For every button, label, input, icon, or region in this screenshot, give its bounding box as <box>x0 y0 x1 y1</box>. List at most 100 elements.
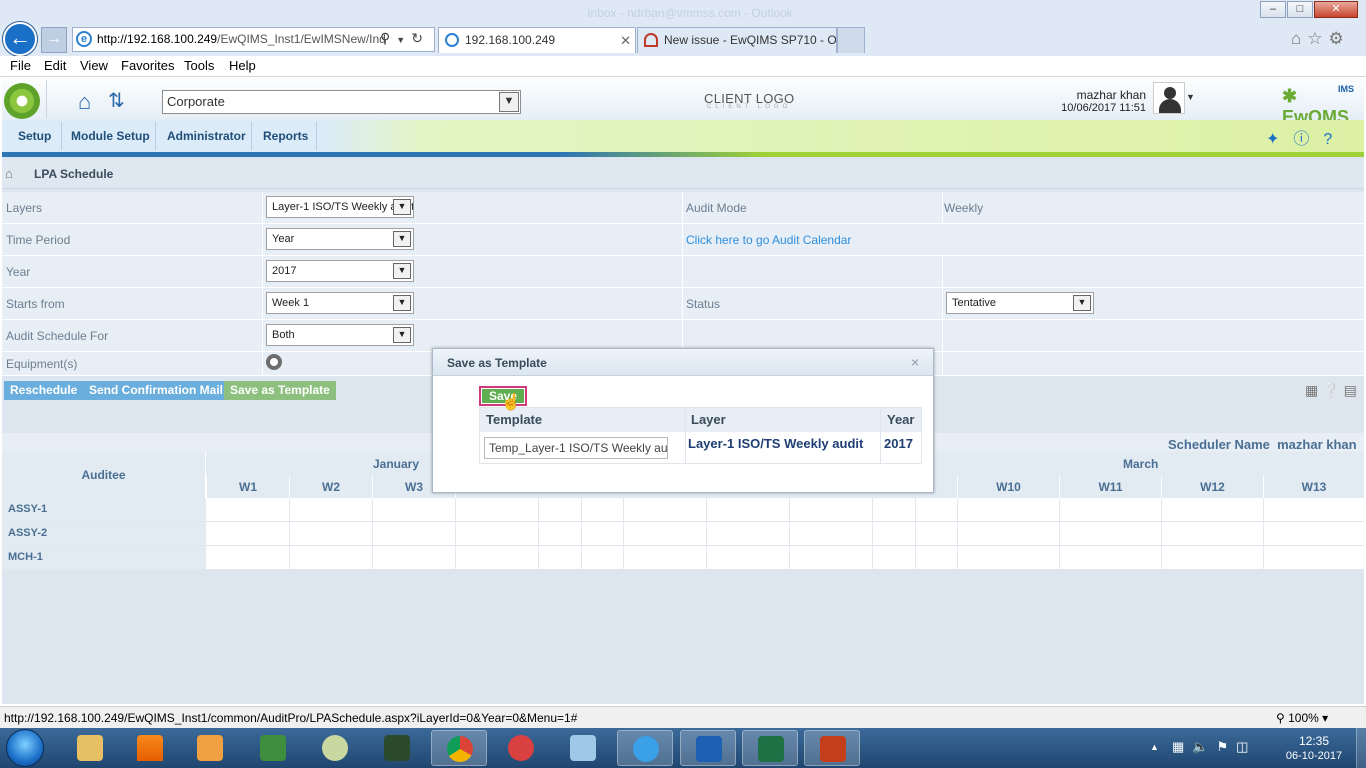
year-column-header: Year <box>887 412 915 427</box>
chevron-down-icon[interactable]: ▼ <box>393 327 411 343</box>
grid-line <box>915 498 916 570</box>
menu-edit[interactable]: Edit <box>44 58 66 73</box>
calendar-icon[interactable]: ▦ <box>1305 382 1322 398</box>
volume-icon[interactable]: 🔈 <box>1192 739 1216 754</box>
columns-icon[interactable]: ▤ <box>1344 382 1361 398</box>
organization-select[interactable]: Corporate ▼ <box>162 90 521 114</box>
taskbar-snipping-tool[interactable] <box>493 730 549 766</box>
nav-icons[interactable]: ✦ⓘ? <box>1266 125 1346 149</box>
chevron-down-icon[interactable]: ▼ <box>393 295 411 311</box>
home-icon[interactable]: ⌂ <box>1291 29 1307 48</box>
system-tray[interactable]: ▦🔈⚑◫ <box>1172 739 1256 755</box>
status-select[interactable]: Tentative ▼ <box>946 292 1094 314</box>
week-header: W1 <box>206 476 289 498</box>
zoom-level[interactable]: ⚲ 100% ▾ <box>1276 711 1328 725</box>
auditee-header: Auditee <box>2 452 206 498</box>
taskbar-camtasia[interactable] <box>369 730 425 766</box>
template-year-value: 2017 <box>884 436 913 451</box>
redmine-tab-icon <box>644 33 658 47</box>
close-window-button[interactable]: ✕ <box>1314 1 1358 18</box>
info-icon[interactable]: ⓘ <box>1293 131 1323 148</box>
nav-administrator[interactable]: Administrator <box>167 129 246 143</box>
close-icon[interactable]: × <box>911 354 919 370</box>
address-path: /EwQIMS_Inst1/EwIMSNew/Ind <box>217 32 386 46</box>
display-icon[interactable]: ◫ <box>1236 739 1256 754</box>
taskbar-internet-explorer[interactable] <box>617 730 673 766</box>
action-center-icon[interactable]: ⚑ <box>1216 739 1236 754</box>
settings-gear-icon[interactable]: ⚙ <box>1329 29 1350 48</box>
breadcrumb-home-icon[interactable]: ⌂ <box>5 166 13 181</box>
start-button[interactable] <box>6 729 44 767</box>
time-period-select[interactable]: Year ▼ <box>266 228 414 250</box>
taskbar-outlook[interactable] <box>680 730 736 766</box>
layers-select[interactable]: Layer-1 ISO/TS Weekly audit ▼ <box>266 196 414 218</box>
back-button[interactable]: ← <box>3 22 37 56</box>
save-as-template-dialog: Save as Template × Save Template Layer Y… <box>432 348 934 493</box>
taskbar-vlc[interactable] <box>122 730 178 766</box>
grid-line <box>538 498 539 570</box>
avatar[interactable] <box>1153 82 1185 114</box>
template-name-input[interactable]: Temp_Layer-1 ISO/TS Weekly audit <box>484 437 668 459</box>
browser-toolbar-icons[interactable]: ⌂☆⚙ <box>1291 29 1350 49</box>
dropdown-icon[interactable]: ▼ <box>396 35 411 45</box>
clock-time[interactable]: 12:35 <box>1286 734 1342 748</box>
help-icon[interactable]: ? <box>1323 131 1346 148</box>
user-name: mazhar khan <box>1076 88 1146 102</box>
maximize-button[interactable]: □ <box>1287 1 1313 18</box>
pin-icon[interactable]: ✦ <box>1266 131 1293 148</box>
menu-file[interactable]: File <box>10 58 31 73</box>
sync-icon[interactable]: ⇅ <box>108 88 125 113</box>
year-select[interactable]: 2017 ▼ <box>266 260 414 282</box>
taskbar-project[interactable] <box>245 730 301 766</box>
schedule-for-select[interactable]: Both ▼ <box>266 324 414 346</box>
taskbar-media-player[interactable] <box>182 730 238 766</box>
taskbar-excel[interactable] <box>742 730 798 766</box>
taskbar-powerpoint[interactable] <box>804 730 860 766</box>
nav-module-setup[interactable]: Module Setup <box>71 129 150 143</box>
menu-tools[interactable]: Tools <box>184 58 214 73</box>
reschedule-button[interactable]: Reschedule <box>4 381 84 400</box>
user-menu-caret-icon[interactable]: ▼ <box>1186 92 1195 102</box>
nav-reports[interactable]: Reports <box>263 129 308 143</box>
taskbar-notepad[interactable] <box>555 730 611 766</box>
menu-view[interactable]: View <box>80 58 108 73</box>
chevron-down-icon[interactable]: ▼ <box>499 92 519 112</box>
menu-help[interactable]: Help <box>229 58 256 73</box>
taskbar-file-explorer[interactable] <box>62 730 118 766</box>
grid-line <box>957 498 958 570</box>
close-tab-icon[interactable]: ✕ <box>620 28 631 53</box>
equipment-settings-icon[interactable] <box>266 354 282 370</box>
new-tab-button[interactable] <box>837 27 865 53</box>
tab-active[interactable]: 192.168.100.249 ✕ <box>438 27 636 53</box>
refresh-icon[interactable]: ↻ <box>411 30 429 46</box>
taskbar-paint[interactable] <box>307 730 363 766</box>
app-logo[interactable] <box>4 83 40 119</box>
grid-tools[interactable]: ▦❔▤ <box>1305 382 1361 399</box>
clock-date[interactable]: 06-10-2017 <box>1282 750 1346 762</box>
chevron-down-icon[interactable]: ▼ <box>393 231 411 247</box>
schedule-for-label: Audit Schedule For <box>6 329 109 343</box>
chevron-down-icon[interactable]: ▼ <box>393 199 411 215</box>
address-tools[interactable]: ⚲▼↻ <box>380 30 429 47</box>
tab-new-issue[interactable]: New issue - EwQIMS SP710 - O... <box>637 27 837 53</box>
chevron-down-icon[interactable]: ▼ <box>393 263 411 279</box>
network-icon[interactable]: ▦ <box>1172 739 1192 754</box>
taskbar-chrome[interactable] <box>431 730 487 766</box>
tray-expand-icon[interactable]: ▲ <box>1150 742 1159 752</box>
form-cell <box>682 288 942 319</box>
audit-calendar-link[interactable]: Click here to go Audit Calendar <box>686 233 851 247</box>
home-icon[interactable]: ⌂ <box>78 89 91 115</box>
show-desktop-button[interactable] <box>1356 728 1366 768</box>
help-icon[interactable]: ❔ <box>1322 382 1343 398</box>
grid-line <box>1161 498 1162 570</box>
minimize-button[interactable]: – <box>1260 1 1286 18</box>
nav-setup[interactable]: Setup <box>18 129 51 143</box>
send-confirmation-mail-button[interactable]: Send Confirmation Mail <box>83 381 230 400</box>
save-as-template-button[interactable]: Save as Template <box>224 381 336 400</box>
favorites-star-icon[interactable]: ☆ <box>1307 29 1328 48</box>
forward-button[interactable]: → <box>41 27 67 53</box>
starts-from-select[interactable]: Week 1 ▼ <box>266 292 414 314</box>
search-icon[interactable]: ⚲ <box>380 30 396 46</box>
chevron-down-icon[interactable]: ▼ <box>1073 295 1091 311</box>
menu-favorites[interactable]: Favorites <box>121 58 174 73</box>
